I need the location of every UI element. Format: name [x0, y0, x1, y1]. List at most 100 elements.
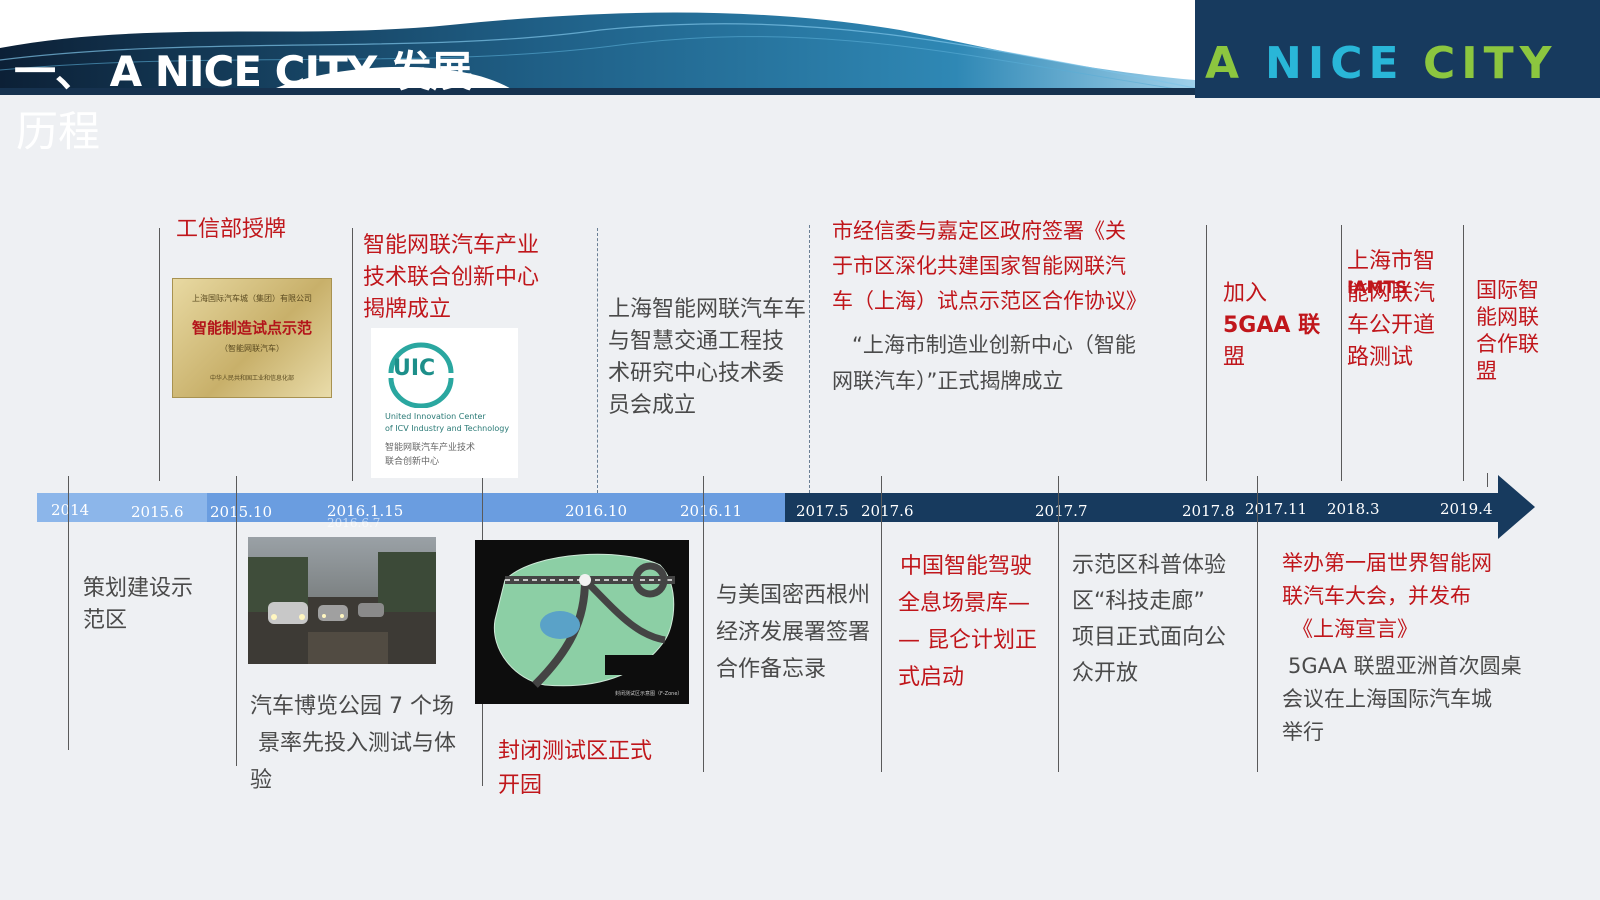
text-line: 开园 — [498, 773, 543, 798]
text-line: 验 — [250, 768, 273, 793]
text-line: 5GAA 联 — [1223, 313, 1321, 338]
svg-text:A: A — [1205, 38, 1245, 88]
a-nice-city-logo: A NICE CITY — [1205, 38, 1558, 88]
event-road-test: 上海市智 能网联汽 车公开道 路测试 — [1347, 246, 1435, 374]
date-2017-7: 2017.7 — [1035, 502, 1088, 520]
date-2015-10: 2015.10 — [210, 503, 273, 521]
uic-logo-text: UIC — [393, 356, 436, 381]
date-2017-6: 2017.6 — [861, 502, 914, 520]
svg-text:NICE: NICE — [1265, 38, 1405, 88]
text-line: 网联汽车）”正式揭牌成立 — [832, 369, 1064, 393]
event-technical-committee: 上海智能网联汽车车 与智慧交通工程技 术研究中心技术委 员会成立 — [608, 294, 806, 422]
uic-logo-image: UIC United Innovation Center of ICV Indu… — [371, 328, 518, 478]
text-line: 合作备忘录 — [716, 657, 827, 682]
text-line: 众开放 — [1072, 661, 1139, 686]
event-kunlun-plan: 中国智能驾驶 全息场景库— — 昆仑计划正 式启动 — [898, 548, 1037, 696]
event-miit-award: 工信部授牌 — [176, 217, 287, 242]
event-car-expo-park: 汽车博览公园 7 个场 景率先投入测试与体 验 — [250, 688, 456, 799]
connector-line — [703, 476, 704, 772]
text-line: 示范区科普体验 — [1072, 553, 1227, 578]
text-line: 全息场景库— — [898, 591, 1031, 616]
page-title-continued: 历程 — [16, 107, 101, 156]
date-2017-11: 2017.11 — [1245, 500, 1308, 518]
plaque-title: 智能制造试点示范 — [191, 319, 312, 337]
date-2014: 2014 — [51, 501, 90, 519]
text-line: 封闭测试区正式 — [498, 739, 653, 764]
connector-line — [68, 476, 69, 750]
date-2016-6-7: 2016.6.7 — [327, 516, 381, 530]
text-line: 术研究中心技术委 — [608, 361, 785, 386]
svg-text:CITY: CITY — [1423, 38, 1558, 88]
connector-line — [1206, 225, 1207, 481]
uic-caption: 联合创新中心 — [385, 457, 440, 467]
event-michigan-mou: 与美国密西根州 经济发展署签署 合作备忘录 — [716, 577, 870, 688]
text-line: 举行 — [1282, 720, 1324, 744]
date-2017-5: 2017.5 — [796, 502, 849, 520]
logo-panel: A NICE CITY — [1195, 0, 1600, 98]
connector-line — [236, 476, 237, 766]
connector-line — [1487, 473, 1488, 487]
uic-caption: 智能网联汽车产业技术 — [385, 443, 476, 453]
date-2018-3: 2018.3 — [1327, 500, 1380, 518]
event-closed-test-area-open: 封闭测试区正式 开园 — [498, 735, 652, 803]
text-line: 于市区深化共建国家智能网联汽 — [832, 254, 1126, 278]
award-plaque-image: 上海国际汽车城（集团）有限公司 智能制造试点示范 （智能网联汽车） 中华人民共和… — [172, 278, 332, 398]
text-line: 汽车博览公园 7 个场 — [250, 694, 454, 719]
text-line: 上海智能网联汽车车 — [608, 297, 807, 322]
event-intl-alliance: 国际智 能网联 合作联 盟 — [1476, 277, 1539, 385]
date-2019-4: 2019.4 — [1440, 500, 1493, 518]
text-line: 加入 — [1223, 281, 1268, 306]
connector-line — [352, 228, 353, 481]
plaque-text: 上海国际汽车城（集团）有限公司 — [192, 294, 312, 303]
text-line: 范区 — [83, 608, 128, 633]
event-5gaa-roundtable: 5GAA 联盟亚洲首次圆桌 会议在上海国际汽车城 举行 — [1282, 650, 1522, 749]
text-line: 员会成立 — [608, 393, 697, 418]
connector-line — [881, 476, 882, 772]
text-line: 路测试 — [1347, 345, 1414, 370]
closed-test-area-map: 封闭测试区示意图（F-Zone） — [475, 540, 689, 704]
text-line: 与智慧交通工程技 — [608, 329, 785, 354]
date-2017-8: 2017.8 — [1182, 502, 1235, 520]
text-line: 项目正式面向公 — [1072, 625, 1227, 650]
uic-caption: of ICV Industry and Technology — [385, 424, 510, 433]
connector-line — [809, 225, 810, 493]
page-title: 一、 A NICE CITY 发展 — [14, 47, 473, 95]
text-line: 市经信委与嘉定区政府签署《关 — [832, 219, 1126, 243]
event-world-icv-congress: 举办第一届世界智能网 联汽车大会，并发布 《上海宣言》 — [1282, 547, 1492, 646]
car-expo-park-photo — [248, 537, 436, 664]
text-line: 举办第一届世界智能网 — [1282, 551, 1492, 575]
uic-caption: United Innovation Center — [385, 412, 486, 421]
text-line: 技术联合创新中心 — [363, 265, 540, 290]
text-line: 与美国密西根州 — [716, 583, 871, 608]
text-line: 《上海宣言》 — [1292, 617, 1418, 641]
text-line: 盟 — [1223, 345, 1246, 370]
text-line: 合作联 — [1476, 332, 1539, 356]
text-line: 能网联 — [1476, 305, 1539, 329]
event-join-5gaa: 加入 5GAA 联 盟 — [1223, 278, 1320, 374]
connector-line — [1341, 225, 1342, 481]
text-line: — 昆仑计划正 — [898, 628, 1037, 653]
text-line: 中国智能驾驶 — [900, 554, 1033, 579]
text-line: 盟 — [1476, 359, 1497, 383]
map-caption: 封闭测试区示意图（F-Zone） — [615, 690, 682, 697]
timeline-arrow-icon — [1498, 475, 1535, 539]
text-line: 会议在上海国际汽车城 — [1282, 687, 1492, 711]
event-uic-center: 智能网联汽车产业 技术联合创新中心 揭牌成立 — [363, 230, 539, 326]
text-line: 策划建设示 — [83, 576, 194, 601]
date-2016-11: 2016.11 — [680, 502, 743, 520]
text-line: 5GAA 联盟亚洲首次圆桌 — [1288, 654, 1522, 678]
connector-line — [1257, 476, 1258, 772]
text-line: 景率先投入测试与体 — [258, 731, 457, 756]
connector-line — [159, 228, 160, 481]
header-banner: 一、 A NICE CITY 发展 — [0, 0, 1195, 95]
text-line: 车公开道 — [1347, 313, 1436, 338]
text-line: 车（上海）试点示范区合作协议》 — [832, 289, 1147, 313]
text-line: 揭牌成立 — [363, 297, 452, 322]
text-line: 经济发展署签署 — [716, 620, 871, 645]
date-2015-6: 2015.6 — [131, 503, 184, 521]
text-line: 区“科技走廊” — [1072, 589, 1205, 614]
text-line: 联汽车大会，并发布 — [1282, 584, 1471, 608]
connector-line — [1058, 476, 1059, 772]
iamts-label: IAMTS — [1347, 278, 1408, 298]
connector-line — [1463, 225, 1464, 481]
